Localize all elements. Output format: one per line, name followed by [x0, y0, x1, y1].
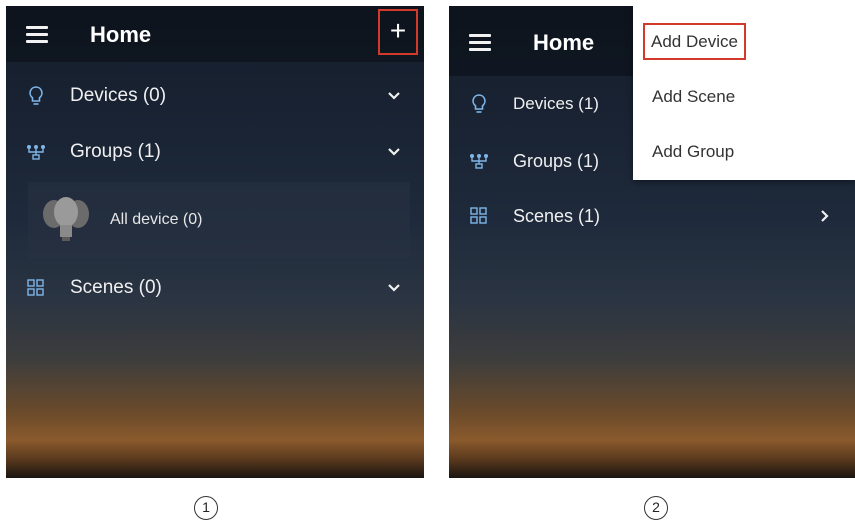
menu-icon[interactable]: [26, 26, 48, 43]
scenes-label: Scenes (0): [70, 277, 162, 298]
scenes-row[interactable]: Scenes (1): [449, 188, 855, 244]
chevron-right-icon[interactable]: [815, 206, 835, 226]
groups-row[interactable]: Groups (1): [6, 124, 424, 180]
group-card-all-device[interactable]: All device (0): [28, 182, 410, 258]
page-title: Home: [90, 22, 152, 47]
step-label-2: 2: [644, 496, 668, 520]
devices-label: Devices (0): [70, 85, 167, 106]
group-icon: [26, 142, 46, 162]
group-card-label: All device (0): [110, 211, 203, 228]
groups-label: Groups (1): [70, 141, 161, 162]
step-label-1: 1: [194, 496, 218, 520]
menu-icon[interactable]: [469, 34, 491, 51]
scenes-icon: [26, 278, 46, 298]
group-icon: [469, 151, 489, 171]
page-title: Home: [533, 30, 595, 55]
chevron-down-icon[interactable]: [384, 86, 404, 106]
add-menu: Add Device Add Scene Add Group: [633, 6, 855, 180]
menu-item-add-scene[interactable]: Add Scene: [633, 69, 855, 124]
chevron-down-icon[interactable]: [384, 142, 404, 162]
screen-1: Home + Devices (0) Groups (1) All device…: [6, 6, 424, 478]
screen-2: Home Devices (1) Groups (1) Scenes (1) A…: [449, 6, 855, 478]
bulbs-group-icon: [38, 192, 94, 248]
bulb-icon: [469, 94, 489, 114]
chevron-down-icon[interactable]: [384, 278, 404, 298]
menu-item-add-device[interactable]: Add Device: [633, 14, 855, 69]
add-button[interactable]: +: [378, 9, 418, 55]
scenes-icon: [469, 206, 489, 226]
app-bar: Home +: [6, 6, 424, 62]
devices-row[interactable]: Devices (0): [6, 68, 424, 124]
scenes-row[interactable]: Scenes (0): [6, 260, 424, 316]
scenes-label: Scenes (1): [513, 205, 601, 226]
menu-item-add-group[interactable]: Add Group: [633, 124, 855, 179]
bulb-icon: [26, 86, 46, 106]
